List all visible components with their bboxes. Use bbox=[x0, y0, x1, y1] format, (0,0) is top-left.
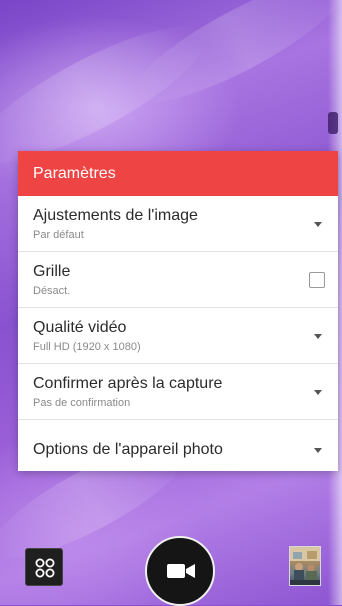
background-shape bbox=[328, 112, 338, 134]
gallery-thumbnail[interactable] bbox=[289, 546, 321, 586]
setting-camera-options[interactable]: Options de l'appareil photo bbox=[18, 420, 338, 480]
modes-button[interactable] bbox=[25, 548, 63, 586]
setting-title: Grille bbox=[33, 263, 71, 280]
chevron-down-icon[interactable] bbox=[314, 448, 322, 453]
setting-video-quality[interactable]: Qualité vidéo Full HD (1920 x 1080) bbox=[18, 308, 338, 364]
setting-value: Pas de confirmation bbox=[33, 397, 131, 409]
setting-title: Confirmer après la capture bbox=[33, 375, 223, 392]
chevron-down-icon[interactable] bbox=[314, 334, 322, 339]
chevron-down-icon[interactable] bbox=[314, 222, 322, 227]
setting-title: Options de l'appareil photo bbox=[33, 441, 223, 458]
modes-grid-icon bbox=[35, 558, 55, 578]
light-streak bbox=[119, 0, 342, 123]
setting-value: Full HD (1920 x 1080) bbox=[33, 341, 141, 353]
setting-grid[interactable]: Grille Désact. bbox=[18, 252, 338, 308]
setting-title: Ajustements de l'image bbox=[33, 207, 198, 224]
setting-title: Qualité vidéo bbox=[33, 319, 127, 336]
setting-value: Désact. bbox=[33, 285, 71, 297]
video-camera-icon bbox=[167, 564, 195, 578]
grid-checkbox[interactable] bbox=[309, 272, 325, 288]
record-button[interactable] bbox=[145, 536, 215, 606]
setting-value: Par défaut bbox=[33, 229, 84, 241]
settings-header: Paramètres bbox=[18, 151, 338, 196]
photo-preview bbox=[290, 547, 320, 585]
settings-panel: Paramètres Ajustements de l'image Par dé… bbox=[18, 151, 338, 471]
setting-confirm-after-capture[interactable]: Confirmer après la capture Pas de confir… bbox=[18, 364, 338, 420]
chevron-down-icon[interactable] bbox=[314, 390, 322, 395]
setting-image-adjustments[interactable]: Ajustements de l'image Par défaut bbox=[18, 196, 338, 252]
